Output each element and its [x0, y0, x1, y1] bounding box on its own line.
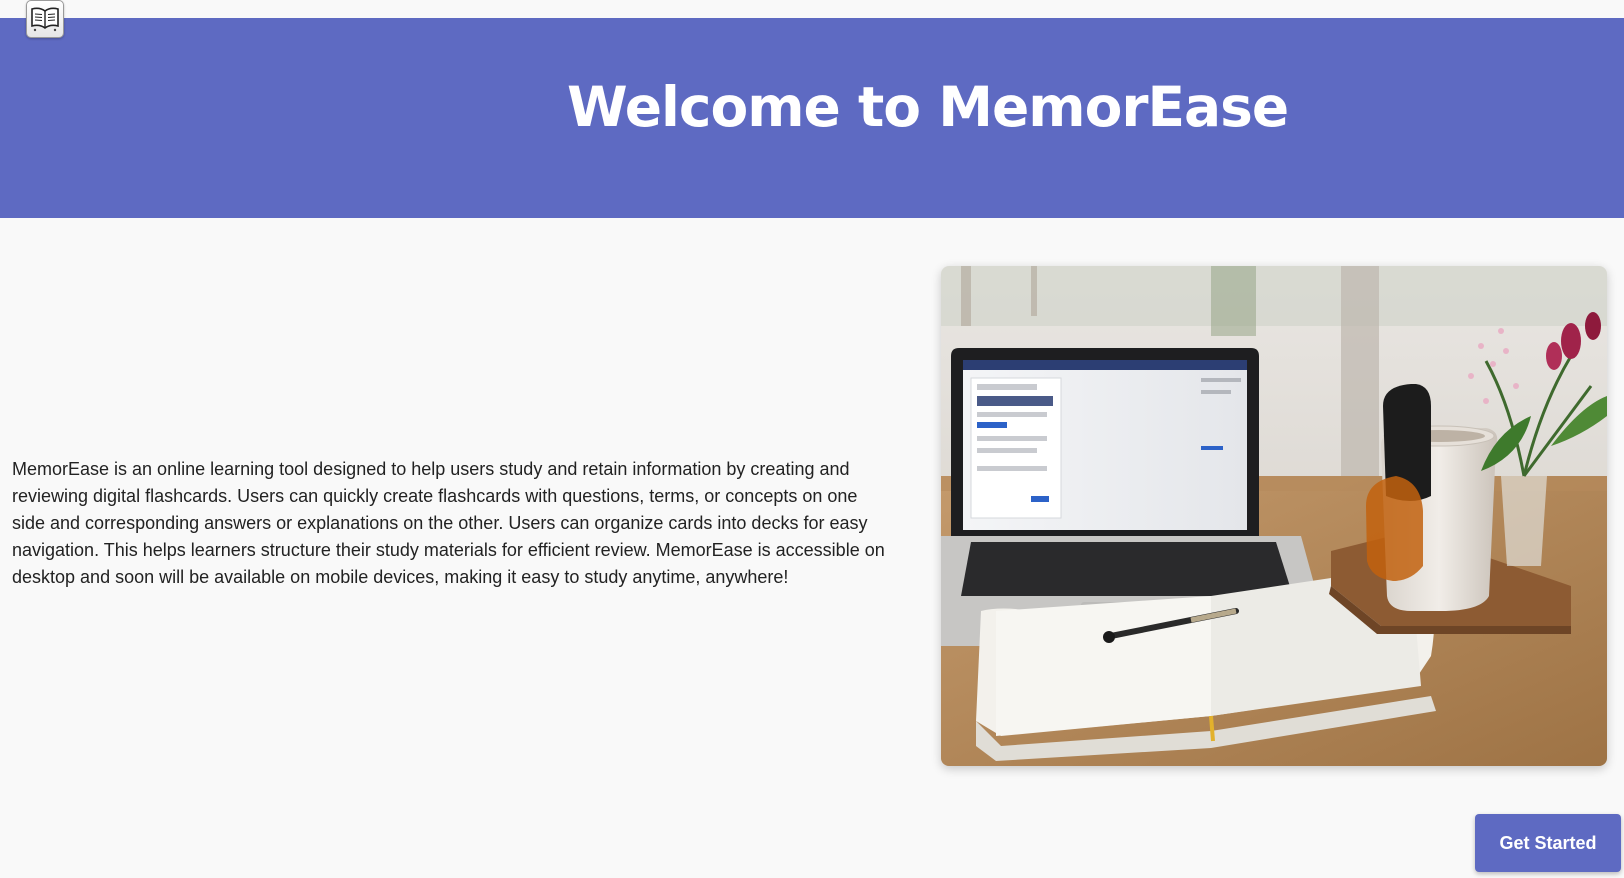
- page-title: Welcome to MemorEase: [567, 75, 1289, 139]
- get-started-button[interactable]: Get Started: [1475, 814, 1621, 872]
- app-description: MemorEase is an online learning tool des…: [12, 459, 885, 587]
- hero-image: [941, 266, 1607, 766]
- app-logo[interactable]: [26, 0, 64, 38]
- hero-header: Welcome to MemorEase: [0, 18, 1624, 218]
- open-book-icon: [31, 7, 59, 32]
